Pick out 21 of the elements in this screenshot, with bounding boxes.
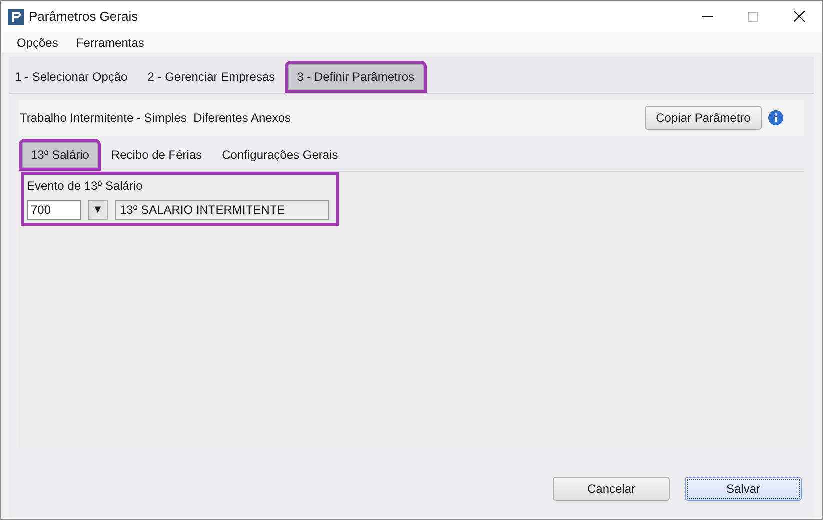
window-title: Parâmetros Gerais <box>29 8 138 26</box>
maximize-icon <box>748 12 758 22</box>
tab[interactable]: 1 - Selecionar Opção <box>9 64 138 90</box>
tab[interactable]: Configurações Gerais <box>212 142 348 168</box>
app-logo-icon <box>8 8 24 24</box>
section-heading: Trabalho Intermitente - Simples Diferentes Anexos <box>20 110 292 127</box>
dropdown-button[interactable]: ▼ <box>88 200 108 220</box>
dialog-button[interactable]: Cancelar <box>553 477 670 501</box>
menu-item[interactable]: Ferramentas <box>76 34 144 52</box>
minimize-icon <box>702 16 712 17</box>
menu-item[interactable]: Opções <box>17 34 58 52</box>
tab[interactable]: 13º Salário <box>22 142 98 168</box>
close-icon <box>794 11 804 22</box>
description-field: 13º SALARIO INTERMITENTE <box>115 200 329 220</box>
tab[interactable]: 2 - Gerenciar Empresas <box>138 64 286 90</box>
copy-button[interactable]: Copiar Parâmetro <box>645 106 762 130</box>
field-label: Evento de 13º Salário <box>27 178 144 195</box>
code-field[interactable]: 700 <box>27 200 81 220</box>
dialog-button[interactable]: Salvar <box>685 477 802 501</box>
info-icon[interactable] <box>768 110 784 126</box>
tab[interactable]: Recibo de Férias <box>101 142 212 168</box>
